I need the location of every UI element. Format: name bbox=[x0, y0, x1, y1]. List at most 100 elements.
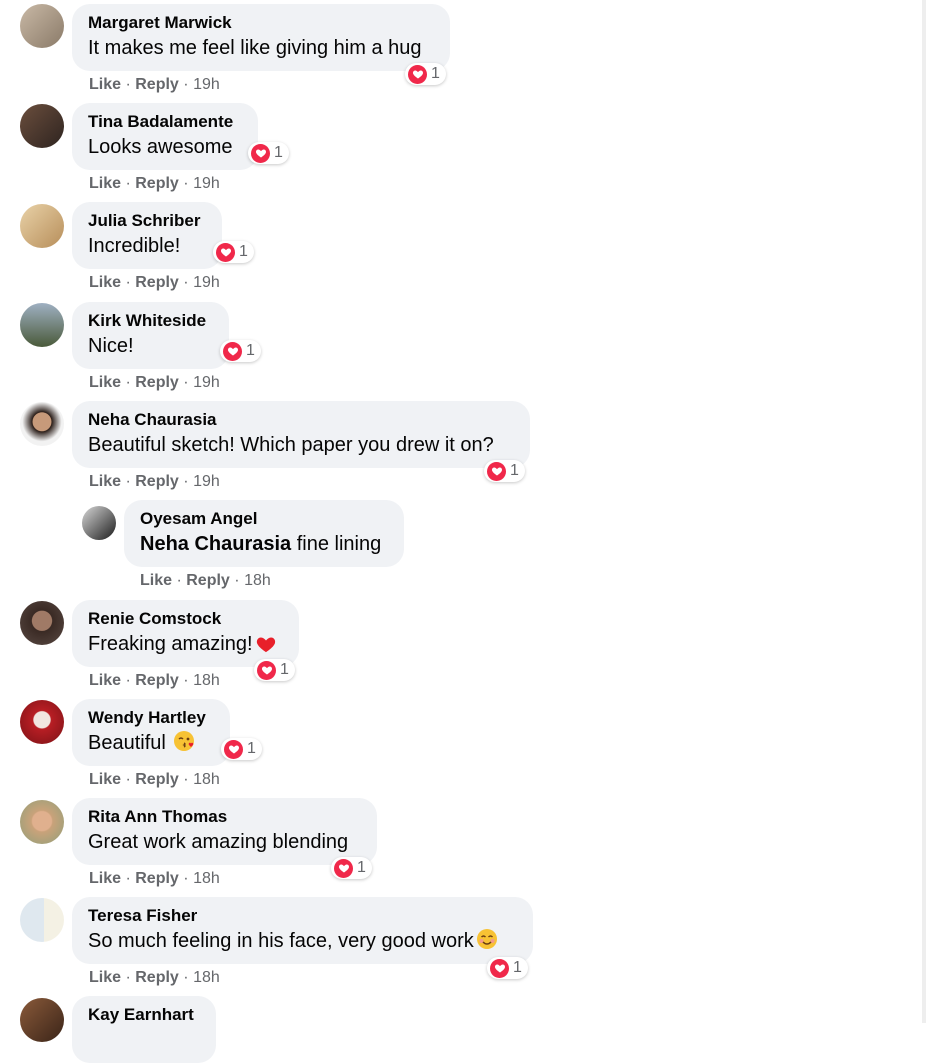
separator: · bbox=[183, 870, 189, 887]
comment-actions: Like · Reply · 19h bbox=[89, 472, 220, 492]
timestamp[interactable]: 19h bbox=[193, 175, 220, 192]
reply-button[interactable]: Reply bbox=[135, 870, 179, 887]
reply-button[interactable]: Reply bbox=[135, 771, 179, 788]
comment-bubble: Neha Chaurasia Beautiful sketch! Which p… bbox=[72, 401, 530, 468]
reaction-badge[interactable]: 1 bbox=[484, 460, 525, 482]
avatar[interactable] bbox=[20, 104, 64, 148]
reaction-count: 1 bbox=[246, 342, 255, 359]
reply-button[interactable]: Reply bbox=[135, 473, 179, 490]
comment-author[interactable]: Neha Chaurasia bbox=[88, 409, 514, 431]
like-button[interactable]: Like bbox=[89, 870, 121, 887]
reaction-badge[interactable]: 1 bbox=[331, 857, 372, 879]
avatar[interactable] bbox=[82, 506, 116, 540]
reply-button[interactable]: Reply bbox=[135, 672, 179, 689]
reply-text: fine lining bbox=[291, 533, 382, 555]
separator: · bbox=[234, 572, 240, 589]
separator: · bbox=[183, 672, 189, 689]
like-button[interactable]: Like bbox=[140, 572, 172, 589]
comment-bubble: Kay Earnhart bbox=[72, 996, 216, 1063]
separator: · bbox=[183, 473, 189, 490]
reply-button[interactable]: Reply bbox=[135, 969, 179, 986]
separator: · bbox=[125, 969, 131, 986]
reaction-badge[interactable]: 1 bbox=[221, 738, 262, 760]
comment-author[interactable]: Kirk Whiteside bbox=[88, 310, 213, 332]
face-blowing-kiss-emoji-icon bbox=[173, 730, 195, 759]
avatar[interactable] bbox=[20, 303, 64, 347]
smiling-face-emoji-icon bbox=[476, 928, 498, 957]
separator: · bbox=[125, 274, 131, 291]
love-heart-icon bbox=[490, 958, 509, 978]
separator: · bbox=[125, 175, 131, 192]
comment-bubble: Tina Badalamente Looks awesome bbox=[72, 103, 258, 170]
like-button[interactable]: Like bbox=[89, 274, 121, 291]
like-button[interactable]: Like bbox=[89, 374, 121, 391]
reaction-count: 1 bbox=[247, 740, 256, 757]
like-button[interactable]: Like bbox=[89, 473, 121, 490]
comment-text: Great work amazing blending bbox=[88, 831, 349, 853]
timestamp[interactable]: 19h bbox=[193, 76, 220, 93]
reaction-badge[interactable]: 1 bbox=[213, 241, 254, 263]
reply-button[interactable]: Reply bbox=[135, 274, 179, 291]
red-heart-emoji-icon bbox=[255, 633, 277, 660]
comment-actions: Like · Reply · 19h bbox=[89, 273, 220, 293]
comment-author[interactable]: Rita Ann Thomas bbox=[88, 806, 361, 828]
separator: · bbox=[125, 870, 131, 887]
like-button[interactable]: Like bbox=[89, 969, 121, 986]
separator: · bbox=[183, 175, 189, 192]
like-button[interactable]: Like bbox=[89, 771, 121, 788]
reaction-badge[interactable]: 1 bbox=[405, 63, 446, 85]
reply-button[interactable]: Reply bbox=[135, 374, 179, 391]
reaction-badge[interactable]: 1 bbox=[254, 659, 295, 681]
like-button[interactable]: Like bbox=[89, 672, 121, 689]
comment-author[interactable]: Teresa Fisher bbox=[88, 905, 517, 927]
comment-text-content: So much feeling in his face, very good w… bbox=[88, 930, 474, 952]
timestamp[interactable]: 18h bbox=[193, 771, 220, 788]
comment-author[interactable]: Oyesam Angel bbox=[140, 508, 388, 530]
like-button[interactable]: Like bbox=[89, 76, 121, 93]
reply-button[interactable]: Reply bbox=[135, 76, 179, 93]
comment-bubble: Rita Ann Thomas Great work amazing blend… bbox=[72, 798, 377, 865]
love-heart-icon bbox=[251, 143, 270, 163]
reaction-badge[interactable]: 1 bbox=[487, 957, 528, 979]
love-heart-icon bbox=[487, 461, 506, 481]
comment-actions: Like · Reply · 18h bbox=[140, 571, 271, 591]
comment-actions: Like · Reply · 18h bbox=[89, 770, 220, 790]
separator: · bbox=[125, 374, 131, 391]
comment-author[interactable]: Margaret Marwick bbox=[88, 12, 434, 34]
comment-author[interactable]: Tina Badalamente bbox=[88, 111, 242, 133]
comment-author[interactable]: Renie Comstock bbox=[88, 608, 283, 630]
comment-author[interactable]: Wendy Hartley bbox=[88, 707, 214, 729]
reply-button[interactable]: Reply bbox=[135, 175, 179, 192]
comment-bubble: Julia Schriber Incredible! bbox=[72, 202, 222, 269]
avatar[interactable] bbox=[20, 402, 64, 446]
avatar[interactable] bbox=[20, 800, 64, 844]
scrollbar[interactable] bbox=[922, 0, 926, 1023]
avatar[interactable] bbox=[20, 204, 64, 248]
mention-link[interactable]: Neha Chaurasia bbox=[140, 533, 291, 555]
timestamp[interactable]: 18h bbox=[193, 672, 220, 689]
timestamp[interactable]: 18h bbox=[193, 870, 220, 887]
love-heart-icon bbox=[257, 660, 276, 680]
avatar[interactable] bbox=[20, 4, 64, 48]
reaction-count: 1 bbox=[280, 661, 289, 678]
timestamp[interactable]: 19h bbox=[193, 374, 220, 391]
reaction-badge[interactable]: 1 bbox=[220, 340, 261, 362]
timestamp[interactable]: 19h bbox=[193, 473, 220, 490]
comment-text: Neha Chaurasia fine lining bbox=[140, 531, 388, 557]
timestamp[interactable]: 18h bbox=[193, 969, 220, 986]
separator: · bbox=[125, 76, 131, 93]
timestamp[interactable]: 19h bbox=[193, 274, 220, 291]
comment-text-content: Freaking amazing! bbox=[88, 633, 253, 655]
reply-button[interactable]: Reply bbox=[186, 572, 230, 589]
comment-author[interactable]: Julia Schriber bbox=[88, 210, 206, 232]
avatar[interactable] bbox=[20, 700, 64, 744]
reaction-badge[interactable]: 1 bbox=[248, 142, 289, 164]
avatar[interactable] bbox=[20, 998, 64, 1042]
like-button[interactable]: Like bbox=[89, 175, 121, 192]
separator: · bbox=[176, 572, 182, 589]
avatar[interactable] bbox=[20, 898, 64, 942]
avatar[interactable] bbox=[20, 601, 64, 645]
timestamp[interactable]: 18h bbox=[244, 572, 271, 589]
comment-actions: Like · Reply · 19h bbox=[89, 174, 220, 194]
comment-bubble: Kirk Whiteside Nice! bbox=[72, 302, 229, 369]
